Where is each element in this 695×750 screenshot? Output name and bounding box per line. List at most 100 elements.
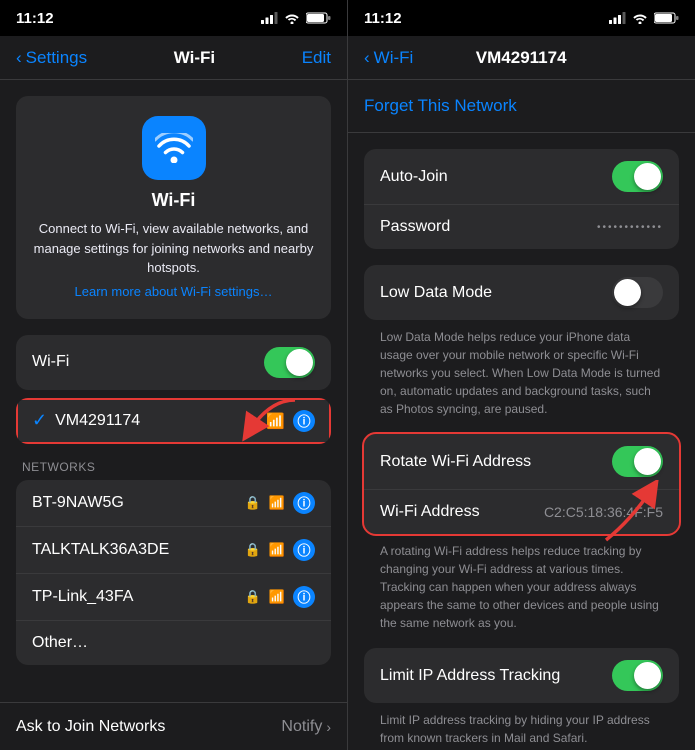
- chevron-right-icon: ›: [326, 719, 331, 735]
- wifi-status-icon-right: [632, 12, 648, 24]
- left-scroll: Wi-Fi Connect to Wi-Fi, view available n…: [0, 80, 347, 702]
- limit-tracking-row[interactable]: Limit IP Address Tracking: [364, 648, 679, 703]
- back-label-right: Wi-Fi: [374, 48, 414, 68]
- auto-join-row[interactable]: Auto-Join: [364, 149, 679, 205]
- network-right-talktalk: 🔒 📶 ⓘ: [245, 539, 315, 561]
- battery-icon: [306, 12, 331, 24]
- network-row-tplink[interactable]: TP-Link_43FA 🔒 📶 ⓘ: [16, 574, 331, 621]
- low-data-group: Low Data Mode: [364, 265, 679, 320]
- battery-icon-right: [654, 12, 679, 24]
- wifi-address-label: Wi-Fi Address: [380, 503, 480, 521]
- limit-tracking-group: Limit IP Address Tracking: [364, 648, 679, 703]
- low-data-label: Low Data Mode: [380, 284, 492, 302]
- password-row[interactable]: Password ••••••••••••: [364, 205, 679, 249]
- wifi-toggle-label: Wi-Fi: [32, 353, 69, 371]
- connected-network-row[interactable]: ✓ VM4291174 🔒 📶 ⓘ: [16, 398, 331, 444]
- network-row-other[interactable]: Other…: [16, 621, 331, 665]
- bottom-bar-left: Ask to Join Networks Notify ›: [0, 702, 347, 750]
- wifi-toggle[interactable]: [264, 347, 315, 378]
- forget-network-section: Forget This Network: [348, 80, 695, 133]
- lock-icon-tplink: 🔒: [245, 589, 261, 605]
- checkmark-icon: ✓: [32, 410, 47, 431]
- rotate-wifi-section: Rotate Wi-Fi Address Wi-Fi Address C2:C5…: [364, 434, 679, 534]
- left-panel: 11:12 ‹ Settings Wi-Fi Edit: [0, 0, 348, 750]
- status-icons-right: [609, 12, 679, 24]
- rotate-wifi-row[interactable]: Rotate Wi-Fi Address: [364, 434, 679, 490]
- status-time-left: 11:12: [16, 10, 54, 27]
- wifi-status-icon: [284, 12, 300, 24]
- back-label-left: Settings: [26, 48, 87, 68]
- status-bar-right: 11:12: [348, 0, 695, 36]
- page-title-left: Wi-Fi: [174, 48, 215, 68]
- limit-tracking-knob: [634, 662, 661, 689]
- networks-section-label: NETWORKS: [16, 460, 331, 474]
- notify-label: Notify: [281, 718, 322, 736]
- rotate-wifi-toggle[interactable]: [612, 446, 663, 477]
- back-button-left[interactable]: ‹ Settings: [16, 48, 87, 68]
- edit-button[interactable]: Edit: [302, 48, 331, 68]
- info-button-bt[interactable]: ⓘ: [293, 492, 315, 514]
- wifi-icon-bt: 📶: [269, 495, 285, 511]
- low-data-knob: [614, 279, 641, 306]
- connected-network-right: 🔒 📶 ⓘ: [242, 410, 315, 432]
- info-button-connected[interactable]: ⓘ: [293, 410, 315, 432]
- limit-tracking-toggle[interactable]: [612, 660, 663, 691]
- toggle-knob: [286, 349, 313, 376]
- limit-tracking-label: Limit IP Address Tracking: [380, 667, 560, 685]
- auto-join-knob: [634, 163, 661, 190]
- wifi-info-block: Wi-Fi Connect to Wi-Fi, view available n…: [16, 96, 331, 319]
- info-button-talktalk[interactable]: ⓘ: [293, 539, 315, 561]
- chevron-left-icon: ‹: [16, 48, 22, 68]
- back-button-right[interactable]: ‹ Wi-Fi: [364, 48, 413, 68]
- auto-join-group: Auto-Join Password ••••••••••••: [364, 149, 679, 249]
- wifi-learn-more-link[interactable]: Learn more about Wi-Fi settings…: [75, 284, 273, 299]
- rotate-wifi-group: Rotate Wi-Fi Address Wi-Fi Address C2:C5…: [364, 434, 679, 534]
- wifi-toggle-row[interactable]: Wi-Fi: [16, 335, 331, 390]
- wifi-app-icon: [142, 116, 206, 180]
- wifi-symbol-icon: [155, 133, 193, 163]
- wifi-toggle-section: Wi-Fi: [16, 335, 331, 390]
- rotate-wifi-knob: [634, 448, 661, 475]
- signal-icon-right: [609, 12, 626, 24]
- low-data-toggle[interactable]: [612, 277, 663, 308]
- connected-network-left: ✓ VM4291174: [32, 410, 140, 431]
- networks-section: NETWORKS BT-9NAW5G 🔒 📶 ⓘ TALKTALK36A3DE: [16, 460, 331, 665]
- network-name-bt: BT-9NAW5G: [32, 494, 124, 512]
- lock-icon-talktalk: 🔒: [245, 542, 261, 558]
- auto-join-toggle[interactable]: [612, 161, 663, 192]
- network-right-tplink: 🔒 📶 ⓘ: [245, 586, 315, 608]
- low-data-section: Low Data Mode Low Data Mode helps reduce…: [364, 265, 679, 430]
- network-row-bt[interactable]: BT-9NAW5G 🔒 📶 ⓘ: [16, 480, 331, 527]
- networks-group: BT-9NAW5G 🔒 📶 ⓘ TALKTALK36A3DE 🔒: [16, 480, 331, 665]
- low-data-row[interactable]: Low Data Mode: [364, 265, 679, 320]
- network-row-talktalk[interactable]: TALKTALK36A3DE 🔒 📶 ⓘ: [16, 527, 331, 574]
- lock-icon-connected: 🔒: [242, 413, 258, 429]
- password-value: ••••••••••••: [597, 222, 663, 233]
- connected-network-group: ✓ VM4291174 🔒 📶 ⓘ: [16, 398, 331, 444]
- limit-tracking-section: Limit IP Address Tracking Limit IP addre…: [364, 648, 679, 750]
- status-bar-left: 11:12: [0, 0, 347, 36]
- signal-wifi-icon-connected: 📶: [266, 412, 285, 430]
- lock-icon-bt: 🔒: [245, 495, 261, 511]
- chevron-left-icon-right: ‹: [364, 48, 370, 68]
- forget-network-button[interactable]: Forget This Network: [364, 96, 517, 115]
- ask-join-label: Ask to Join Networks: [16, 718, 165, 736]
- notify-button[interactable]: Notify ›: [281, 718, 331, 736]
- wifi-section-title: Wi-Fi: [152, 190, 196, 211]
- info-button-tplink[interactable]: ⓘ: [293, 586, 315, 608]
- status-time-right: 11:12: [364, 10, 402, 27]
- signal-icon: [261, 12, 278, 24]
- wifi-toggle-group: Wi-Fi: [16, 335, 331, 390]
- nav-bar-right: ‹ Wi-Fi VM4291174: [348, 36, 695, 80]
- network-name-talktalk: TALKTALK36A3DE: [32, 541, 169, 559]
- auto-join-label: Auto-Join: [380, 168, 448, 186]
- right-scroll: Forget This Network Auto-Join Password •…: [348, 80, 695, 750]
- wifi-address-row: Wi-Fi Address C2:C5:18:36:4F:F5: [364, 490, 679, 534]
- connected-network-name: VM4291174: [55, 412, 140, 430]
- limit-tracking-desc: Limit IP address tracking by hiding your…: [380, 703, 663, 750]
- network-name-tplink: TP-Link_43FA: [32, 588, 133, 606]
- rotate-wifi-label: Rotate Wi-Fi Address: [380, 453, 531, 471]
- rotate-wifi-desc: A rotating Wi-Fi address helps reduce tr…: [364, 534, 679, 644]
- network-name-other: Other…: [32, 634, 88, 652]
- nav-bar-left: ‹ Settings Wi-Fi Edit: [0, 36, 347, 80]
